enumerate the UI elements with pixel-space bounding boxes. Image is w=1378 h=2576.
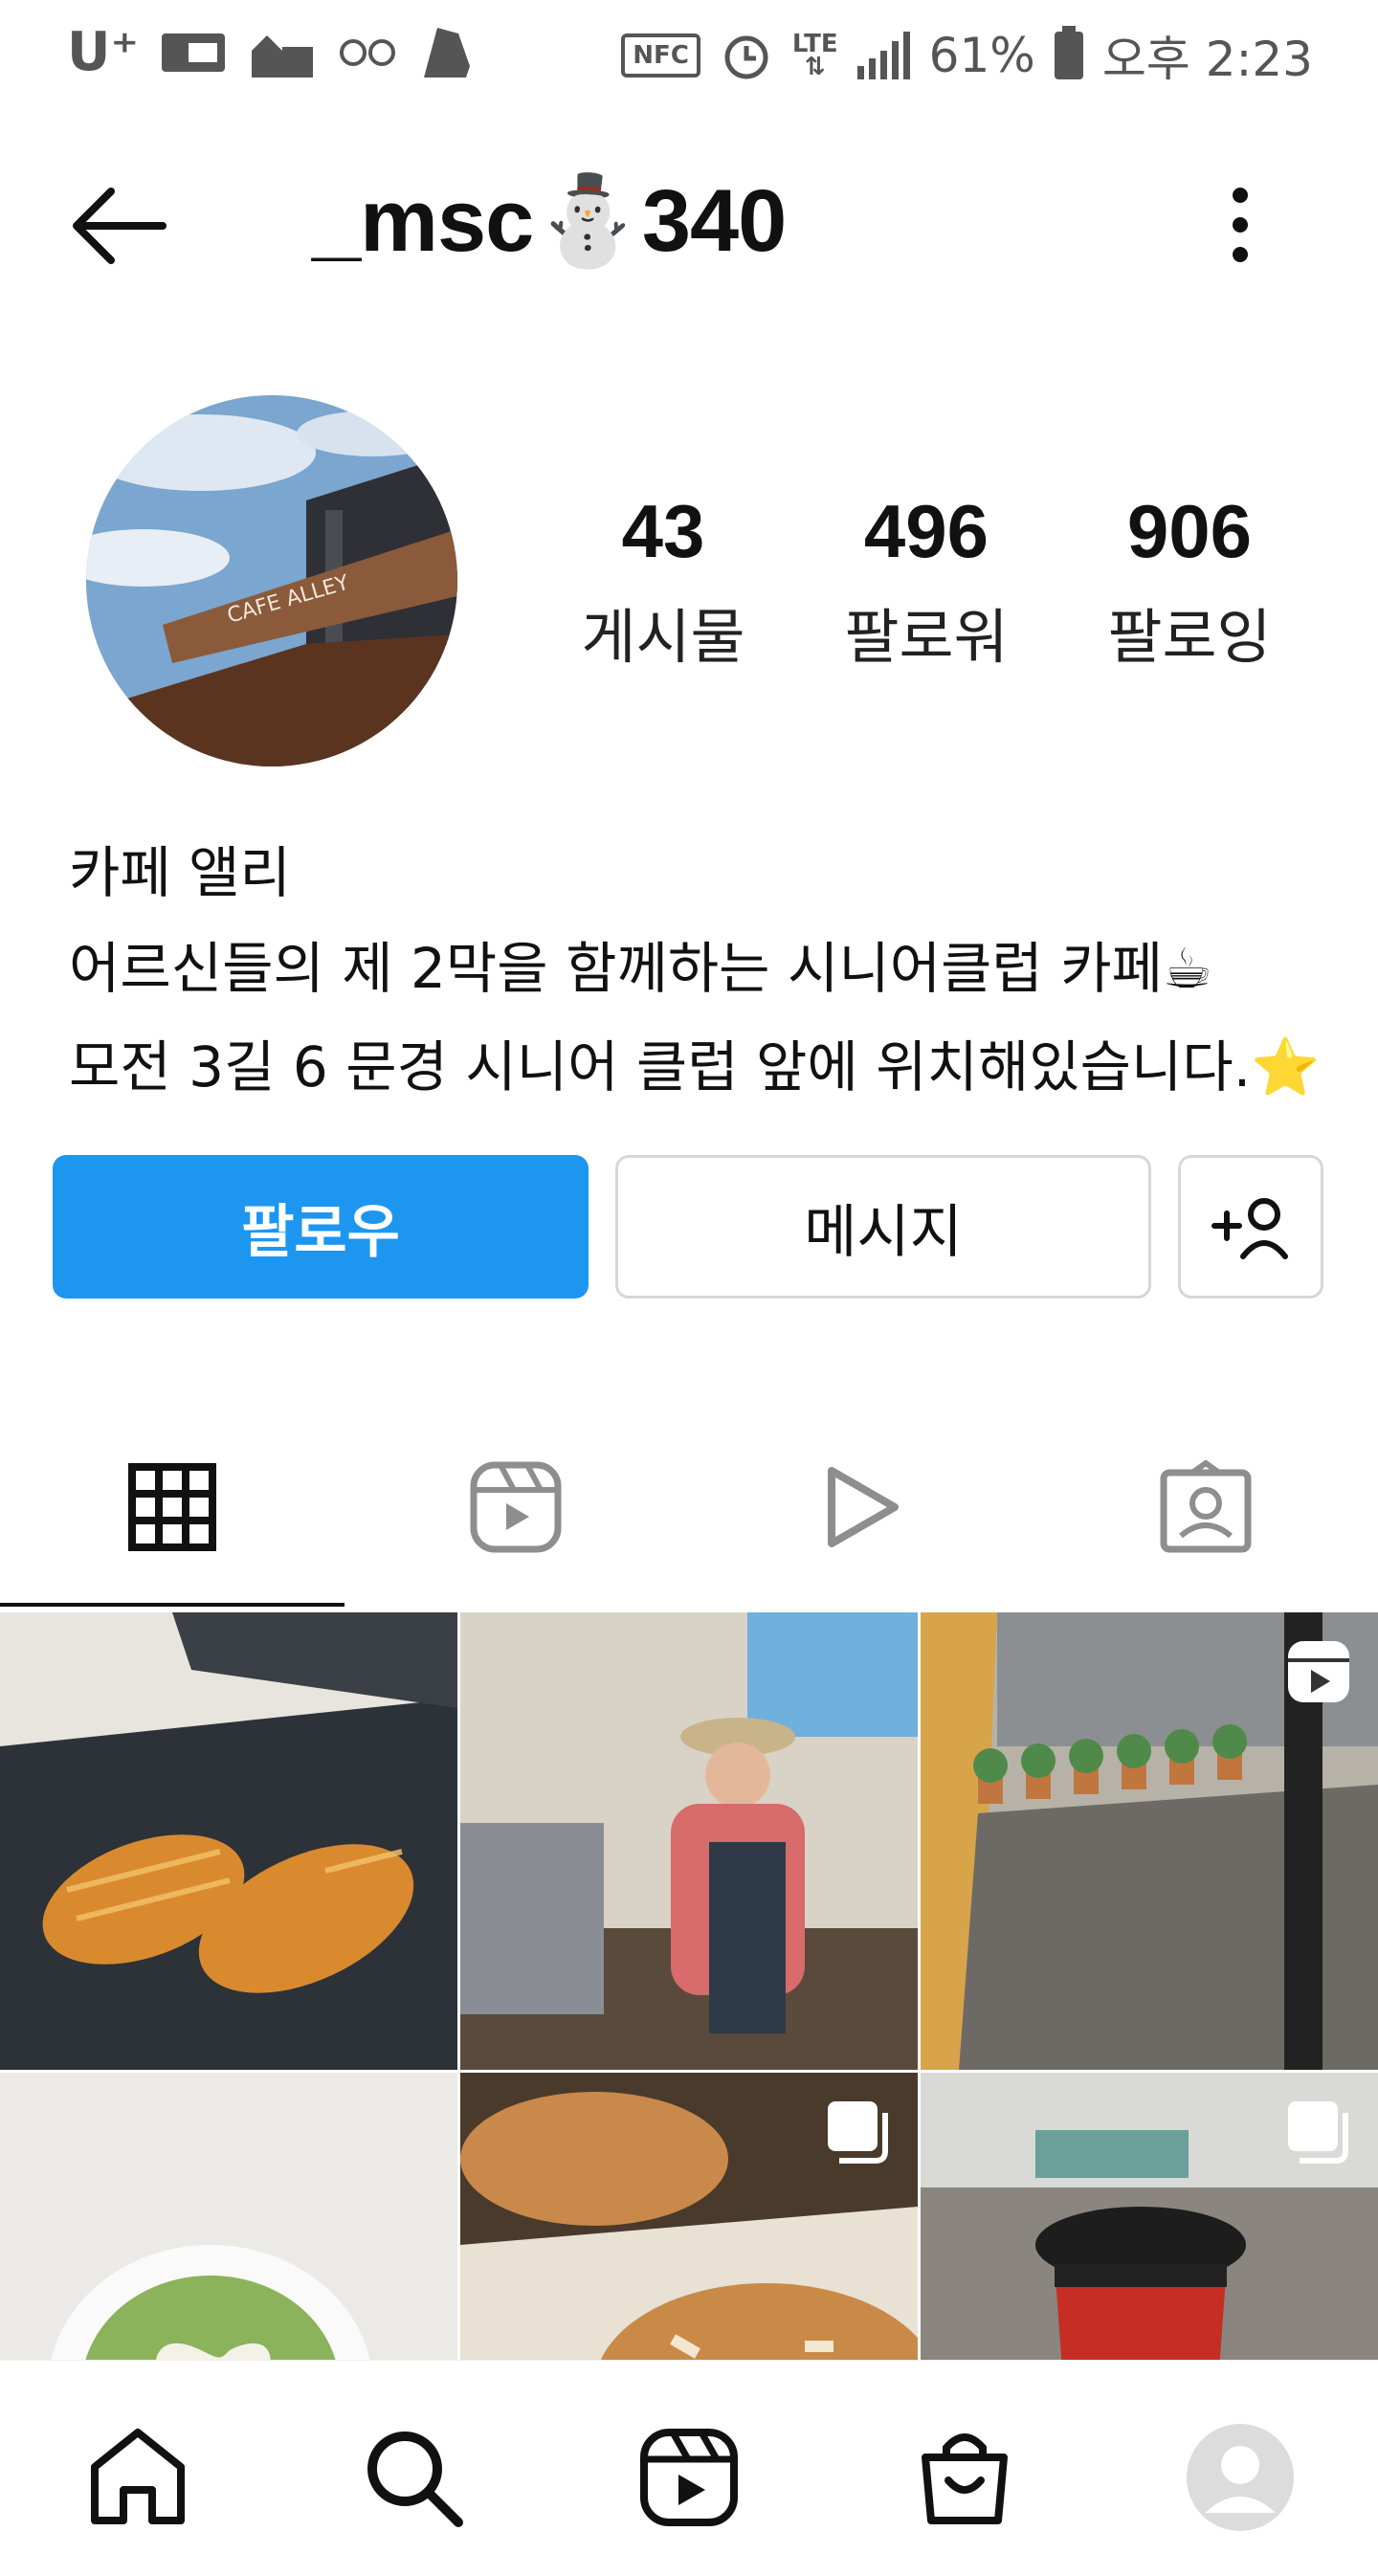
reels-icon — [640, 2429, 738, 2526]
nav-profile[interactable] — [1183, 2420, 1298, 2535]
stat-followers[interactable]: 496 팔로워 — [821, 488, 1032, 675]
vertical-dots-icon — [1233, 188, 1248, 262]
home-icon — [91, 2429, 185, 2524]
tab-reels[interactable] — [458, 1450, 573, 1565]
reels-icon — [1288, 1641, 1349, 1702]
stat-following[interactable]: 906 팔로잉 — [1084, 488, 1295, 675]
stat-label: 팔로워 — [844, 602, 1009, 672]
tab-videos[interactable] — [804, 1450, 919, 1565]
profile-avatar — [1187, 2424, 1294, 2531]
carousel-icon — [1288, 2101, 1348, 2164]
status-left: U⁺ — [67, 21, 474, 83]
shoe-icon — [424, 27, 471, 78]
signal-icon — [856, 32, 910, 79]
battery-icon — [1054, 26, 1083, 79]
search-icon — [367, 2432, 463, 2527]
nav-home[interactable] — [80, 2420, 195, 2535]
add-person-icon — [1211, 1198, 1288, 1259]
clock: 오후 2:23 — [1101, 32, 1313, 87]
glasses-icon — [340, 38, 396, 66]
tab-tagged[interactable] — [1148, 1450, 1263, 1565]
post-thumbnail-barista[interactable] — [460, 1612, 918, 2070]
bottom-navigation — [0, 2360, 1378, 2576]
stat-value: 43 — [621, 489, 705, 573]
more-options-button[interactable] — [1213, 182, 1267, 268]
carrier-label: U⁺ — [67, 21, 140, 83]
profile-username: _msc⛄340 — [312, 172, 787, 270]
lte-icon: LTE ⇅ — [791, 30, 838, 81]
stat-value: 906 — [1126, 489, 1253, 573]
arrow-left-icon — [73, 188, 167, 264]
nav-reels[interactable] — [632, 2420, 746, 2535]
post-thumbnail-deck[interactable] — [921, 1612, 1378, 2070]
carousel-icon — [828, 2101, 888, 2164]
barista-photo — [460, 1612, 918, 2070]
avatar-image: CAFE ALLEY — [86, 395, 457, 766]
shop-icon — [922, 2433, 1008, 2524]
bio-name: 카페 앨리 — [69, 840, 291, 905]
stat-posts[interactable]: 43 게시물 — [558, 488, 768, 675]
profile-avatar[interactable]: CAFE ALLEY — [86, 395, 457, 766]
notification-icon — [162, 33, 226, 72]
waffle-photo — [0, 1612, 457, 2070]
bio-line-1: 어르신들의 제 2막을 함께하는 시니어클럽 카페☕ — [69, 936, 1212, 1001]
follow-button[interactable]: 팔로우 — [53, 1155, 589, 1299]
alarm-icon — [724, 35, 768, 79]
tagged-icon — [1160, 1459, 1252, 1553]
back-button[interactable] — [67, 180, 172, 272]
stat-label: 게시물 — [581, 602, 745, 672]
nav-search[interactable] — [356, 2420, 471, 2535]
reels-icon — [470, 1461, 562, 1553]
tab-grid[interactable] — [115, 1450, 230, 1565]
stat-value: 496 — [863, 489, 989, 573]
post-thumbnail-waffles[interactable] — [0, 1612, 457, 2070]
suggest-users-button[interactable] — [1178, 1155, 1323, 1299]
bio-line-2: 모전 3길 6 문경 시니어 클럽 앞에 위치해있습니다.⭐ — [69, 1034, 1321, 1099]
message-button[interactable]: 메시지 — [615, 1155, 1151, 1299]
status-right: NFC LTE ⇅ 61% 오후 2:23 — [621, 21, 1313, 90]
video-icon — [828, 1467, 899, 1547]
nfc-icon: NFC — [621, 33, 700, 78]
grid-icon — [128, 1463, 216, 1551]
stat-label: 팔로잉 — [1107, 602, 1272, 672]
active-tab-indicator — [0, 1603, 344, 1607]
nav-shop[interactable] — [907, 2420, 1022, 2535]
battery-percent: 61% — [928, 28, 1035, 83]
home-notification-icon — [252, 34, 314, 78]
status-bar: U⁺ NFC LTE ⇅ 61% 오후 2:23 — [0, 0, 1378, 105]
